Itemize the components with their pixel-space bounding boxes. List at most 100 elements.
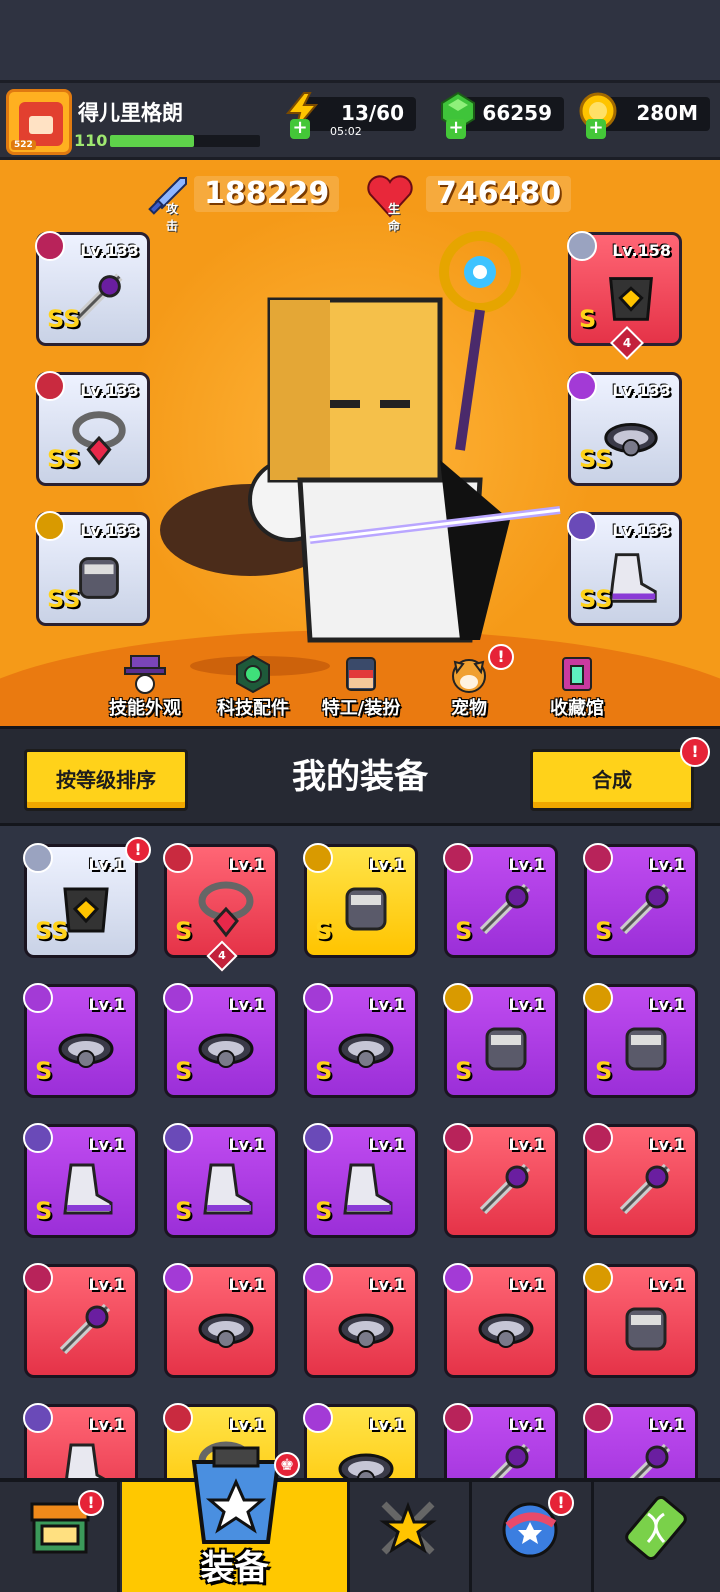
- inventory-item[interactable]: Lv.1 S: [163, 1123, 278, 1238]
- gems-counter[interactable]: + 66259: [441, 91, 564, 139]
- armor-category-icon: [567, 231, 597, 261]
- bottom-nav: ! ♚ 装备 !: [0, 1446, 720, 1592]
- glove-item-icon: [485, 1027, 527, 1071]
- equipped-right-slot[interactable]: Lv.133 SS: [567, 511, 682, 626]
- nav-equipment[interactable]: ♚ 装备: [122, 1446, 350, 1592]
- inventory-item[interactable]: Lv.1 SS!: [23, 837, 151, 958]
- hero-panel: 攻击 188229 生命 746480 技能外观 科技配件 特工/装扮 ! 宠物…: [0, 160, 720, 726]
- menu-tech-part-label: 科技配件: [217, 698, 289, 719]
- belt-category-icon: [443, 1263, 473, 1293]
- weapon-item-icon: [619, 1163, 671, 1215]
- inventory-item[interactable]: Lv.1 S: [443, 843, 558, 958]
- item-level: Lv.1: [228, 855, 265, 874]
- item-level: Lv.1: [88, 1275, 125, 1294]
- item-level: Lv.1: [88, 855, 125, 874]
- coins-plus-icon[interactable]: +: [586, 119, 606, 139]
- inventory-item[interactable]: Lv.1: [443, 1263, 558, 1378]
- item-rank: SS: [47, 445, 81, 473]
- inventory-item[interactable]: Lv.1 S: [443, 983, 558, 1098]
- nav-shop[interactable]: !: [0, 1482, 120, 1592]
- inventory-item[interactable]: Lv.1 S: [163, 983, 278, 1098]
- hero-character[interactable]: [150, 220, 570, 680]
- item-level: Lv.1: [368, 1415, 405, 1434]
- item-rank: SS: [47, 305, 81, 333]
- nav-dna[interactable]: [594, 1482, 720, 1592]
- inventory-item[interactable]: Lv.1 S: [583, 843, 698, 958]
- belt-category-icon: [163, 1263, 193, 1293]
- equipped-left-slot[interactable]: Lv.133 SS: [35, 511, 150, 626]
- item-level: Lv.1: [228, 1415, 265, 1434]
- inventory-item[interactable]: Lv.1: [163, 1263, 278, 1378]
- nav-planet[interactable]: !: [472, 1482, 594, 1592]
- menu-skill-skin[interactable]: 技能外观: [90, 650, 200, 722]
- weapon-item-icon: [619, 883, 671, 935]
- inventory-item[interactable]: Lv.1: [303, 1263, 418, 1378]
- equipped-left-slot[interactable]: Lv.133 SS: [35, 231, 150, 346]
- item-rank: S: [595, 917, 613, 945]
- inventory-item[interactable]: Lv.1 S 4: [163, 843, 278, 972]
- inventory-item[interactable]: Lv.1: [583, 1123, 698, 1238]
- inventory-item[interactable]: Lv.1: [303, 1403, 418, 1478]
- menu-collection[interactable]: 收藏馆: [522, 650, 632, 722]
- energy-plus-icon[interactable]: +: [290, 119, 310, 139]
- gems-plus-icon[interactable]: +: [446, 119, 466, 139]
- inventory-item[interactable]: Lv.1: [583, 1263, 698, 1378]
- item-rank: S: [579, 305, 597, 333]
- item-level: Lv.133: [80, 241, 139, 260]
- inventory-item[interactable]: Lv.1 S: [23, 983, 138, 1098]
- inventory-item[interactable]: Lv.1 S: [303, 983, 418, 1098]
- belt-item-icon: [58, 1033, 114, 1068]
- menu-agent[interactable]: 特工/装扮: [306, 650, 416, 722]
- inventory-item[interactable]: Lv.1 S: [303, 843, 418, 958]
- item-level: Lv.1: [508, 995, 545, 1014]
- inventory-item[interactable]: Lv.1 S: [23, 1123, 138, 1238]
- weapon-category-icon: [583, 1123, 613, 1153]
- energy-counter[interactable]: + 13/60 05:02: [285, 92, 416, 139]
- nav-battle[interactable]: [350, 1482, 472, 1592]
- item-level: Lv.1: [508, 1415, 545, 1434]
- glove-item-icon: [345, 887, 387, 931]
- necklace-category-icon: [35, 371, 65, 401]
- attack-value: 188229: [204, 176, 330, 211]
- inventory-item[interactable]: Lv.1: [23, 1263, 138, 1378]
- item-level: Lv.158: [612, 241, 671, 260]
- coins-counter[interactable]: + 280M: [579, 92, 710, 139]
- equipped-right-slot[interactable]: Lv.133 SS: [567, 371, 682, 486]
- glove-item-icon: [625, 1307, 667, 1351]
- belt-item-icon: [198, 1313, 254, 1348]
- item-level: Lv.1: [648, 855, 685, 874]
- item-level: Lv.1: [508, 855, 545, 874]
- menu-tech-part[interactable]: 科技配件: [198, 650, 308, 722]
- boots-category-icon: [23, 1123, 53, 1153]
- item-level: Lv.1: [368, 1275, 405, 1294]
- inventory-item[interactable]: Lv.1 S: [303, 1123, 418, 1238]
- glove-category-icon: [35, 511, 65, 541]
- player-avatar[interactable]: 522: [6, 89, 72, 155]
- equipped-left-slot[interactable]: Lv.133 SS: [35, 371, 150, 486]
- inventory-item[interactable]: Lv.1: [23, 1403, 138, 1478]
- necklace-category-icon: [163, 843, 193, 873]
- weapon-category-icon: [443, 1123, 473, 1153]
- inventory-item[interactable]: Lv.1: [583, 1403, 698, 1478]
- item-rank: SS: [579, 585, 613, 613]
- belt-category-icon: [23, 983, 53, 1013]
- merge-button[interactable]: 合成: [530, 749, 694, 811]
- belt-item-icon: [338, 1453, 394, 1478]
- energy-timer: 05:02: [330, 125, 362, 138]
- weapon-category-icon: [583, 1403, 613, 1433]
- inventory-item[interactable]: Lv.1: [443, 1403, 558, 1478]
- glove-category-icon: [583, 1263, 613, 1293]
- item-level: Lv.1: [88, 1415, 125, 1434]
- inventory-item[interactable]: Lv.1 S: [583, 983, 698, 1098]
- menu-pet[interactable]: ! 宠物: [414, 644, 524, 722]
- boots-item-icon: [65, 1443, 106, 1478]
- sort-by-level-button[interactable]: 按等级排序: [24, 749, 188, 811]
- equipped-right-slot[interactable]: Lv.158 S 4: [567, 231, 682, 360]
- merge-button-label: 合成: [592, 768, 632, 792]
- item-level: Lv.1: [648, 1275, 685, 1294]
- inventory-item[interactable]: Lv.1: [443, 1123, 558, 1238]
- glove-category-icon: [583, 983, 613, 1013]
- belt-item-icon: [478, 1313, 534, 1348]
- collection-icon: [562, 657, 592, 691]
- item-rank: S: [175, 917, 193, 945]
